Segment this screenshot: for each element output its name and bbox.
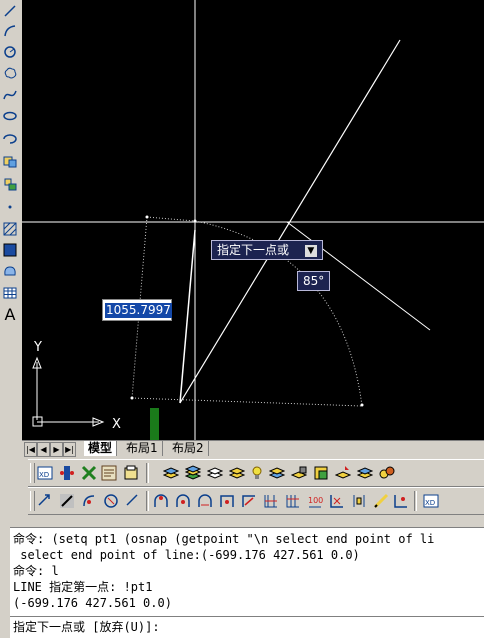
command-prompt[interactable]: 指定下一点或 [放弃(U)]: (13, 619, 160, 635)
break-icon[interactable] (262, 492, 280, 510)
line-icon[interactable] (1, 2, 19, 20)
tracking-base-guide (131, 397, 363, 407)
grip-point (193, 219, 197, 223)
array-icon[interactable] (124, 492, 142, 510)
fillet-icon[interactable] (328, 492, 346, 510)
copy-icon[interactable] (58, 492, 76, 510)
rotate-icon[interactable] (152, 492, 170, 510)
drawing-canvas[interactable]: Y X 指定下一点或 ▼ 85° 1055.7997 (22, 0, 484, 440)
circle-icon[interactable] (1, 43, 19, 61)
move-icon[interactable] (36, 492, 54, 510)
drawn-line (179, 229, 196, 404)
tab-model[interactable]: 模型 (84, 441, 118, 456)
insert-icon[interactable] (58, 464, 76, 482)
toolbar-separator (146, 463, 149, 483)
light-bulb-icon[interactable] (248, 464, 266, 482)
properties-icon[interactable] (122, 464, 140, 482)
extend-icon[interactable] (240, 492, 258, 510)
ellipse-icon[interactable] (1, 107, 19, 125)
edit-icon[interactable] (372, 492, 390, 510)
grip-point (130, 396, 134, 400)
design-center-icon[interactable] (100, 464, 118, 482)
tool-palette-icon[interactable] (80, 464, 98, 482)
command-history-line: 命令: (setq pt1 (osnap (getpoint "\n selec… (13, 532, 435, 546)
layer-merge-icon[interactable] (378, 464, 396, 482)
toolbar-separator (146, 491, 149, 511)
prev-tab-button[interactable]: ◀ (37, 442, 50, 457)
layer-manager-icon[interactable] (162, 464, 180, 482)
ellipse-arc-icon[interactable] (1, 130, 19, 148)
make-block-icon[interactable] (1, 175, 19, 193)
dropdown-arrow-icon[interactable]: ▼ (304, 244, 317, 257)
toolbar-grip[interactable] (30, 463, 35, 483)
join-icon[interactable] (284, 492, 302, 510)
scale-icon[interactable] (174, 492, 192, 510)
layer-walk-icon[interactable] (356, 464, 374, 482)
command-input-row[interactable]: 指定下一点或 [放弃(U)]: (10, 616, 484, 637)
toolbar-grip[interactable] (30, 491, 35, 511)
dynamic-prompt-text: 指定下一点或 (217, 243, 290, 257)
angle-tooltip: 85° (297, 271, 331, 291)
next-tab-button[interactable]: ▶ (50, 442, 63, 457)
spline-icon[interactable] (1, 86, 19, 104)
mirror-icon[interactable] (80, 492, 98, 510)
insert-block-icon[interactable] (1, 152, 19, 170)
dim-icon[interactable]: XD (422, 492, 440, 510)
chamfer-icon[interactable]: 100 (306, 492, 324, 510)
trim-icon[interactable] (218, 492, 236, 510)
multiline-text-icon[interactable]: A (1, 305, 19, 324)
length-input-value[interactable]: 1055.7997 (105, 302, 172, 318)
layer-lock-icon[interactable] (290, 464, 308, 482)
tab-layout1[interactable]: 布局1 (122, 441, 163, 456)
svg-text:100: 100 (308, 496, 323, 505)
arc-icon[interactable] (1, 22, 19, 40)
revcloud-icon[interactable] (1, 64, 19, 82)
tab-layout2[interactable]: 布局2 (168, 441, 209, 456)
layers-toolbar: XD (28, 459, 484, 487)
svg-text:XD: XD (425, 499, 435, 507)
ucs-x-label: X (112, 417, 121, 432)
tracking-top-guide (146, 216, 196, 222)
hatch-icon[interactable] (1, 220, 19, 238)
region-icon[interactable] (1, 262, 19, 280)
layer-isolate-icon[interactable] (228, 464, 246, 482)
modify-toolbar: 100 XD (28, 487, 484, 515)
layer-states-icon[interactable] (184, 464, 202, 482)
command-window[interactable]: 命令: (setq pt1 (osnap (getpoint "\n selec… (10, 527, 484, 638)
dynamic-prompt-tooltip: 指定下一点或 ▼ (211, 240, 323, 260)
ucs-y-label: Y (33, 340, 42, 355)
point-icon[interactable] (1, 198, 19, 216)
layer-freeze-icon[interactable] (268, 464, 286, 482)
layer-previous-icon[interactable] (206, 464, 224, 482)
table-icon[interactable] (1, 284, 19, 302)
layout-tabs-bar: |◀ ◀ ▶ ▶| 模型 布局1 布局2 (22, 440, 484, 457)
layer-color-icon[interactable] (312, 464, 330, 482)
xref-icon[interactable]: XD (36, 464, 54, 482)
command-history-line: (-699.176 427.561 0.0) (13, 596, 172, 610)
length-input[interactable]: 1055.7997 (102, 299, 172, 321)
xdata-icon[interactable] (392, 492, 410, 510)
svg-text:XD: XD (39, 471, 49, 479)
toolbar-separator (414, 491, 417, 511)
drawing-svg: Y X (22, 0, 484, 440)
grip-point (145, 215, 149, 219)
command-history-line: LINE 指定第一点: !pt1 (13, 580, 153, 594)
stretch-icon[interactable] (196, 492, 214, 510)
gradient-icon[interactable] (1, 241, 19, 259)
command-history-line: 命令: l (13, 564, 59, 578)
offset-icon[interactable] (102, 492, 120, 510)
last-tab-button[interactable]: ▶| (63, 442, 76, 457)
explode-icon[interactable] (350, 492, 368, 510)
command-side-bar (0, 527, 10, 637)
angle-value: 85° (303, 274, 325, 288)
command-history-line: select end point of line:(-699.176 427.5… (13, 548, 360, 562)
grip-point (360, 403, 364, 407)
layer-match-icon[interactable] (334, 464, 352, 482)
green-marker (150, 408, 159, 440)
first-tab-button[interactable]: |◀ (24, 442, 37, 457)
draw-toolbar: A (0, 0, 23, 440)
